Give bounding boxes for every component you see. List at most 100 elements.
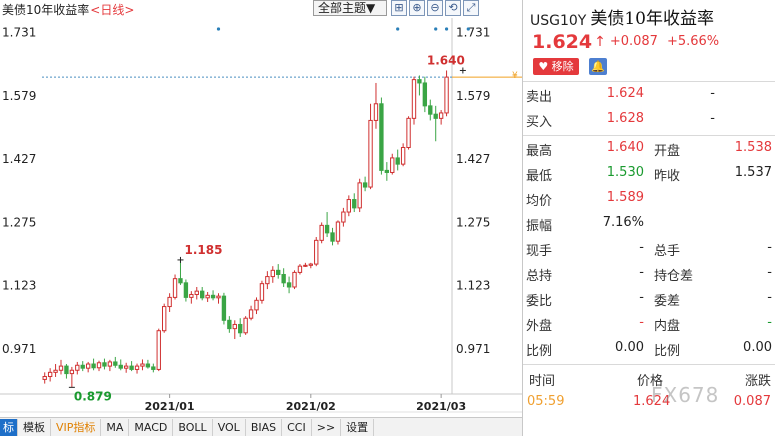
- y-tick-label-right: 1.275: [456, 215, 490, 229]
- chart-title-row: 美债10年收益率 <日线>: [2, 1, 134, 17]
- row-value: -: [639, 240, 644, 255]
- tab-cci[interactable]: CCI: [282, 418, 312, 436]
- row-value: 1.640: [606, 140, 644, 155]
- candle-body-up: [140, 363, 145, 367]
- candle-body-up: [232, 323, 237, 330]
- fullscreen-icon[interactable]: ⤢: [463, 0, 479, 16]
- indicator-toolbar: 标 模板 VIP指标 MA MACD BOLL VOL BIAS CCI >> …: [0, 417, 522, 436]
- row-value: -: [767, 315, 772, 330]
- tab-settings[interactable]: 设置: [341, 418, 375, 436]
- candle-body-up: [69, 369, 75, 375]
- row-label: 内盘: [654, 319, 681, 334]
- candle-body-down: [80, 364, 85, 369]
- tab-vip-indicator[interactable]: VIP指标: [51, 418, 102, 436]
- price-row: 1.624 ↑ +0.087 +5.66%: [523, 29, 775, 54]
- candle-body-down: [362, 182, 368, 188]
- y-tick-label-right: 1.427: [456, 152, 490, 166]
- candle-body-up: [438, 112, 444, 119]
- period-selector[interactable]: <日线>: [90, 1, 134, 18]
- candle-body-up: [319, 224, 324, 241]
- candle-body-down: [102, 362, 107, 367]
- candle-body-up: [47, 371, 53, 378]
- quote-row: 均价 1.589: [523, 186, 775, 211]
- zoom-in-icon[interactable]: ⊕: [409, 0, 425, 16]
- tab-template[interactable]: 模板: [18, 418, 51, 436]
- tab-vol[interactable]: VOL: [213, 418, 246, 436]
- tab-more[interactable]: >>: [312, 418, 342, 436]
- row-label: 最高: [526, 144, 553, 159]
- candle-body-down: [238, 323, 243, 334]
- candle-body-up: [42, 376, 47, 380]
- annotation-low-label: 0.879: [74, 389, 112, 403]
- candle-body-up: [265, 276, 270, 285]
- candle-body-up: [156, 330, 161, 370]
- quote-row: 比例 0.00 比例 0.00: [523, 336, 775, 361]
- stats-section: 最高 1.640 开盘 1.538 最低 1.530 昨收 1.537 均价 1.589 振幅 7.1…: [523, 136, 775, 361]
- tab-ma[interactable]: MA: [101, 418, 130, 436]
- trade-row: 05:59 1.624 0.087: [523, 391, 775, 413]
- reset-icon[interactable]: ⟲: [445, 0, 461, 16]
- row-value: 1.530: [606, 165, 644, 180]
- candle-body-down: [330, 232, 335, 242]
- candle-body-up: [406, 117, 411, 148]
- candle-body-up: [96, 362, 102, 369]
- y-tick-label-left: 1.123: [2, 279, 36, 293]
- quote-row: 现手 - 总手 -: [523, 236, 775, 261]
- quote-row: 最低 1.530 昨收 1.537: [523, 161, 775, 186]
- row-label: 持仓差: [654, 269, 694, 284]
- up-arrow-icon: ↑: [594, 33, 606, 50]
- candle-body-down: [384, 169, 390, 173]
- candle-body-down: [91, 363, 96, 369]
- row-label: 外盘: [526, 319, 553, 334]
- zoom-out-icon[interactable]: ⊖: [427, 0, 443, 16]
- trades-change-header: 涨跌: [744, 374, 771, 389]
- row-label: 振幅: [526, 219, 553, 234]
- price-change: +0.087: [609, 34, 658, 49]
- candle-body-up: [254, 299, 259, 311]
- candle-body-up: [368, 119, 373, 188]
- y-tick-label-left: 1.731: [2, 26, 36, 40]
- trade-time: 05:59: [527, 394, 565, 409]
- tab-mark[interactable]: 标: [0, 418, 18, 436]
- candle-body-up: [216, 295, 221, 299]
- watermark-logo: FX678: [651, 383, 720, 407]
- crosshair-icon[interactable]: ⊞: [391, 0, 407, 16]
- quote-row: 最高 1.640 开盘 1.538: [523, 136, 775, 161]
- quote-header: USG10Y 美债10年收益率: [523, 0, 775, 29]
- annotation-high-label: 1.640: [427, 53, 465, 67]
- tab-bias[interactable]: BIAS: [246, 418, 283, 436]
- remove-watchlist-button[interactable]: ♥ 移除: [533, 57, 579, 75]
- candle-body-down: [379, 103, 384, 171]
- y-tick-label-right: 1.731: [456, 26, 490, 40]
- quote-row: 外盘 - 内盘 -: [523, 311, 775, 336]
- theme-dropdown-button[interactable]: 全部主题▼: [313, 0, 387, 16]
- tab-boll[interactable]: BOLL: [173, 418, 213, 436]
- candle-body-down: [276, 269, 281, 275]
- chart-panel[interactable]: 1.731 1.731 1.579 1.579 1.427 1.427 1.275 1.275…: [0, 0, 522, 436]
- row-value: 1.537: [734, 165, 772, 180]
- event-marker-dot: [216, 27, 221, 31]
- current-price-arrow-icon: ¥: [512, 71, 518, 81]
- candle-body-down: [433, 113, 438, 119]
- candle-body-up: [162, 306, 167, 332]
- candle-body-up: [248, 309, 254, 319]
- x-tick-label: 2021/02: [286, 400, 336, 413]
- candle-body-down: [417, 79, 422, 84]
- candle-body-down: [113, 361, 118, 366]
- price-change-percent: +5.66%: [666, 34, 720, 49]
- candle-body-up: [75, 364, 80, 371]
- candle-body-up: [53, 369, 58, 373]
- candlestick-chart[interactable]: 1.731 1.731 1.579 1.579 1.427 1.427 1.275 1.275…: [0, 0, 522, 417]
- candle-body-up: [205, 294, 210, 299]
- row-label: 委比: [526, 294, 553, 309]
- chart-title: 美债10年收益率: [2, 2, 90, 17]
- candle-body-up: [189, 293, 194, 298]
- row-label: 最低: [526, 169, 553, 184]
- candle-body-down: [210, 294, 216, 299]
- row-value: 1.628: [606, 111, 644, 126]
- event-marker-dot: [434, 27, 438, 31]
- tab-macd[interactable]: MACD: [129, 418, 174, 436]
- candle-body-up: [167, 296, 172, 308]
- bell-icon[interactable]: 🔔: [589, 57, 607, 75]
- candle-body-down: [227, 319, 232, 330]
